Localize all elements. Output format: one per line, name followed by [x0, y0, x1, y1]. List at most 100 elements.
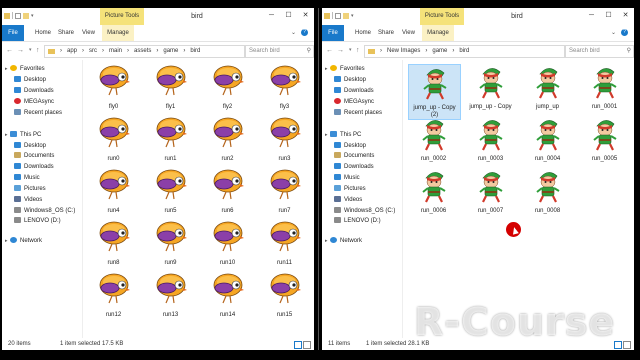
nav-item[interactable]: Videos [334, 195, 362, 205]
address-bar[interactable]: › New Images › game › bird [364, 45, 565, 58]
breadcrumb-segment[interactable]: bird [190, 46, 200, 57]
nav-item[interactable]: Pictures [14, 184, 46, 194]
search-icon[interactable]: ⚲ [307, 46, 311, 57]
nav-item[interactable]: ▸ Favorites [5, 64, 45, 74]
nav-item[interactable]: Videos [14, 195, 42, 205]
minimize-button[interactable]: ─ [583, 8, 600, 25]
breadcrumb-segment[interactable]: src [89, 46, 97, 57]
nav-item[interactable]: LENOVO (D:) [14, 216, 61, 226]
file-item[interactable]: run_0001 [579, 64, 630, 111]
nav-item[interactable]: MEGAsync [14, 97, 54, 107]
file-item[interactable]: fly0 [88, 64, 139, 111]
file-item[interactable]: run_0005 [579, 116, 630, 163]
tab-view[interactable]: View [402, 25, 415, 41]
search-input[interactable]: Search bird ⚲ [245, 45, 314, 58]
nav-item[interactable]: Downloads [14, 86, 54, 96]
file-item[interactable]: run4 [88, 168, 139, 215]
tab-manage[interactable]: Manage [102, 25, 134, 41]
breadcrumb-separator[interactable]: › [127, 46, 129, 57]
file-item[interactable]: run2 [202, 116, 253, 163]
tab-home[interactable]: Home [35, 25, 51, 41]
file-item[interactable]: run1 [145, 116, 196, 163]
help-icon[interactable]: ? [301, 29, 308, 36]
close-button[interactable]: ✕ [617, 8, 634, 25]
forward-arrow-icon[interactable]: → [337, 42, 344, 59]
tab-home[interactable]: Home [355, 25, 371, 41]
file-item[interactable]: run_0007 [465, 168, 516, 215]
app-icon[interactable] [4, 12, 10, 19]
file-item[interactable]: jump_up [522, 64, 573, 111]
nav-item[interactable]: ▸ Network [5, 236, 42, 246]
file-item[interactable]: run15 [259, 272, 310, 319]
file-item[interactable]: jump_up - Copy (2) [408, 64, 461, 120]
tab-file[interactable]: File [322, 25, 344, 41]
breadcrumb-segment[interactable]: app [67, 46, 77, 57]
file-item[interactable]: run6 [202, 168, 253, 215]
nav-item[interactable]: Windows8_OS (C:) [14, 206, 75, 216]
file-item[interactable]: run7 [259, 168, 310, 215]
recent-locations-icon[interactable]: ▾ [29, 42, 32, 59]
file-item[interactable]: fly2 [202, 64, 253, 111]
address-bar[interactable]: › app › src › main › assets › game › bird [44, 45, 245, 58]
nav-item[interactable]: Downloads [334, 86, 374, 96]
new-folder-icon[interactable] [23, 12, 29, 19]
breadcrumb-separator[interactable]: › [60, 46, 62, 57]
minimize-button[interactable]: ─ [263, 8, 280, 25]
file-item[interactable]: run14 [202, 272, 253, 319]
nav-item[interactable]: Windows8_OS (C:) [334, 206, 395, 216]
expand-ribbon-icon[interactable]: ⌄ [291, 25, 296, 41]
file-item[interactable]: run5 [145, 168, 196, 215]
search-icon[interactable]: ⚲ [627, 46, 631, 57]
nav-item[interactable]: LENOVO (D:) [334, 216, 381, 226]
nav-item[interactable]: Music [14, 173, 40, 183]
new-folder-icon[interactable] [343, 12, 349, 19]
maximize-button[interactable]: ☐ [600, 8, 617, 25]
file-item[interactable]: run12 [88, 272, 139, 319]
maximize-button[interactable]: ☐ [280, 8, 297, 25]
breadcrumb-separator[interactable]: › [82, 46, 84, 57]
nav-item[interactable]: Desktop [14, 75, 46, 85]
file-item[interactable]: run_0004 [522, 116, 573, 163]
large-icons-view-icon[interactable] [303, 341, 311, 349]
file-item[interactable]: run_0003 [465, 116, 516, 163]
details-view-icon[interactable] [294, 341, 302, 349]
back-arrow-icon[interactable]: ← [326, 42, 333, 59]
tab-view[interactable]: View [82, 25, 95, 41]
nav-item[interactable]: Desktop [334, 141, 366, 151]
qat-dropdown-icon[interactable]: ▾ [31, 13, 36, 19]
nav-item[interactable]: Desktop [334, 75, 366, 85]
breadcrumb-segment[interactable]: New Images [387, 46, 420, 57]
tab-file[interactable]: File [2, 25, 24, 41]
nav-item[interactable]: Recent places [334, 108, 382, 118]
file-item[interactable]: run_0006 [408, 168, 459, 215]
up-arrow-icon[interactable]: ↑ [36, 42, 40, 59]
large-icons-view-icon[interactable] [623, 341, 631, 349]
nav-item[interactable]: ▸ Favorites [325, 64, 365, 74]
search-input[interactable]: Search bird ⚲ [565, 45, 634, 58]
breadcrumb-separator[interactable]: › [380, 46, 382, 57]
breadcrumb-segment[interactable]: assets [134, 46, 151, 57]
breadcrumb-separator[interactable]: › [452, 46, 454, 57]
tab-share[interactable]: Share [58, 25, 74, 41]
nav-item[interactable]: Music [334, 173, 360, 183]
file-item[interactable]: run_0002 [408, 116, 459, 163]
nav-item[interactable]: Pictures [334, 184, 366, 194]
file-item[interactable]: run8 [88, 220, 139, 267]
close-button[interactable]: ✕ [297, 8, 314, 25]
nav-item[interactable]: ▸ This PC [325, 130, 361, 140]
recent-locations-icon[interactable]: ▾ [349, 42, 352, 59]
properties-icon[interactable] [15, 12, 21, 19]
nav-item[interactable]: MEGAsync [334, 97, 374, 107]
breadcrumb-separator[interactable]: › [102, 46, 104, 57]
breadcrumb-separator[interactable]: › [156, 46, 158, 57]
breadcrumb-segment[interactable]: game [432, 46, 447, 57]
breadcrumb-segment[interactable]: game [163, 46, 178, 57]
up-arrow-icon[interactable]: ↑ [356, 42, 360, 59]
nav-item[interactable]: Desktop [14, 141, 46, 151]
file-item[interactable]: fly3 [259, 64, 310, 111]
file-item[interactable]: run9 [145, 220, 196, 267]
nav-item[interactable]: Downloads [334, 162, 374, 172]
file-item[interactable]: run3 [259, 116, 310, 163]
file-item[interactable]: jump_up - Copy [465, 64, 516, 111]
qat-dropdown-icon[interactable]: ▾ [351, 13, 356, 19]
